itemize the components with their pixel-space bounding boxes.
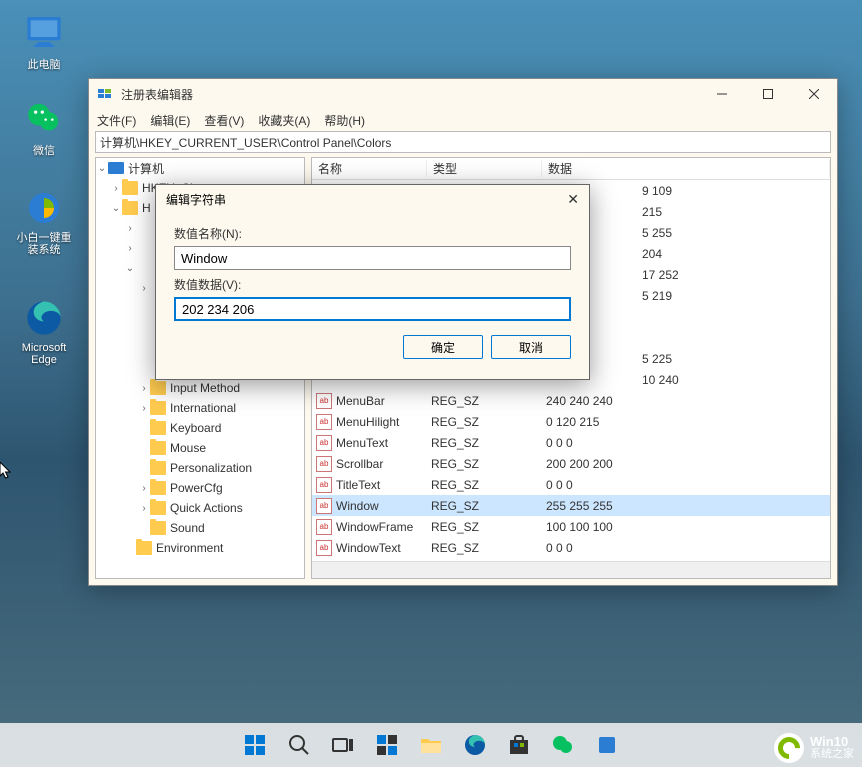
menu-help[interactable]: 帮助(H) [324,112,365,129]
desktop-icon-pc[interactable]: 此电脑 [14,12,74,72]
desktop-icon-label: 小白一键重装系统 [17,232,72,256]
reg-string-icon: ab [316,435,332,451]
desktop-icon-wechat[interactable]: 微信 [14,98,74,158]
search-button[interactable] [281,727,317,763]
edit-string-dialog: 编辑字符串 ✕ 数值名称(N): 数值数据(V): 确定 取消 [155,184,590,380]
col-type[interactable]: 类型 [427,160,542,177]
widgets-button[interactable] [369,727,405,763]
tree-root[interactable]: ⌄计算机 [96,158,304,178]
tree-item[interactable]: Mouse [96,438,304,458]
install-icon [24,188,64,228]
close-button[interactable] [791,79,837,109]
watermark-line1: Win10 [810,735,854,748]
minimize-button[interactable] [699,79,745,109]
menu-view[interactable]: 查看(V) [204,112,244,129]
desktop-icon-xiaobai[interactable]: 小白一键重装系统 [14,188,74,256]
watermark-line2: 系统之家 [810,748,854,761]
app-icon [97,86,113,102]
explorer-button[interactable] [413,727,449,763]
value-name-label: 数值名称(N): [174,225,571,242]
tree-item[interactable]: ›Input Method [96,378,304,398]
reg-string-icon: ab [316,456,332,472]
cancel-button[interactable]: 取消 [491,335,571,359]
taskview-button[interactable] [325,727,361,763]
edge-icon [24,298,64,338]
menubar: 文件(F) 编辑(E) 查看(V) 收藏夹(A) 帮助(H) [89,109,837,131]
addressbar[interactable]: 计算机\HKEY_CURRENT_USER\Control Panel\Colo… [95,131,831,153]
reg-string-icon: ab [316,393,332,409]
dialog-title: 编辑字符串 [166,191,226,208]
watermark-logo [774,733,804,763]
wechat-button[interactable] [545,727,581,763]
desktop-icon-label: 微信 [33,145,55,157]
list-row[interactable]: abMenuHilightREG_SZ0 120 215 [312,411,830,432]
tree-item[interactable]: ›PowerCfg [96,478,304,498]
start-button[interactable] [237,727,273,763]
tree-item[interactable]: Keyboard [96,418,304,438]
menu-edit[interactable]: 编辑(E) [150,112,190,129]
list-row[interactable]: abMenuBarREG_SZ240 240 240 [312,390,830,411]
desktop-icon-edge[interactable]: Microsoft Edge [14,298,74,366]
list-header: 名称 类型 数据 [312,158,830,180]
reg-string-icon: ab [316,498,332,514]
reg-string-icon: ab [316,519,332,535]
list-row[interactable]: abScrollbarREG_SZ200 200 200 [312,453,830,474]
dialog-close-button[interactable]: ✕ [567,191,579,208]
value-name-input[interactable] [174,246,571,270]
reg-string-icon: ab [316,540,332,556]
edge-button[interactable] [457,727,493,763]
taskbar [0,723,862,767]
menu-file[interactable]: 文件(F) [97,112,136,129]
reg-string-icon: ab [316,477,332,493]
reg-string-icon: ab [316,414,332,430]
col-name[interactable]: 名称 [312,160,427,177]
desktop-icon-label: 此电脑 [28,59,61,71]
tree-item[interactable]: Sound [96,518,304,538]
menu-fav[interactable]: 收藏夹(A) [258,112,310,129]
app-button[interactable] [589,727,625,763]
list-row[interactable]: abWindowTextREG_SZ0 0 0 [312,537,830,558]
window-title: 注册表编辑器 [121,86,699,103]
watermark: Win10 系统之家 [774,733,854,763]
maximize-button[interactable] [745,79,791,109]
col-data[interactable]: 数据 [542,160,830,177]
desktop-icon-label: Microsoft Edge [22,342,67,366]
pc-icon [24,12,64,52]
tree-item[interactable]: ›International [96,398,304,418]
titlebar[interactable]: 注册表编辑器 [89,79,837,109]
tree-item[interactable]: Personalization [96,458,304,478]
list-row[interactable]: abWindowREG_SZ255 255 255 [312,495,830,516]
wechat-icon [24,98,64,138]
list-row[interactable]: abWindowFrameREG_SZ100 100 100 [312,516,830,537]
list-row[interactable]: abTitleTextREG_SZ0 0 0 [312,474,830,495]
cursor-icon [0,462,12,480]
list-row[interactable]: abMenuTextREG_SZ0 0 0 [312,432,830,453]
tree-item[interactable]: ›Quick Actions [96,498,304,518]
tree-item[interactable]: Environment [96,538,304,558]
ok-button[interactable]: 确定 [403,335,483,359]
value-data-input[interactable] [174,297,571,321]
store-button[interactable] [501,727,537,763]
value-data-label: 数值数据(V): [174,276,571,293]
